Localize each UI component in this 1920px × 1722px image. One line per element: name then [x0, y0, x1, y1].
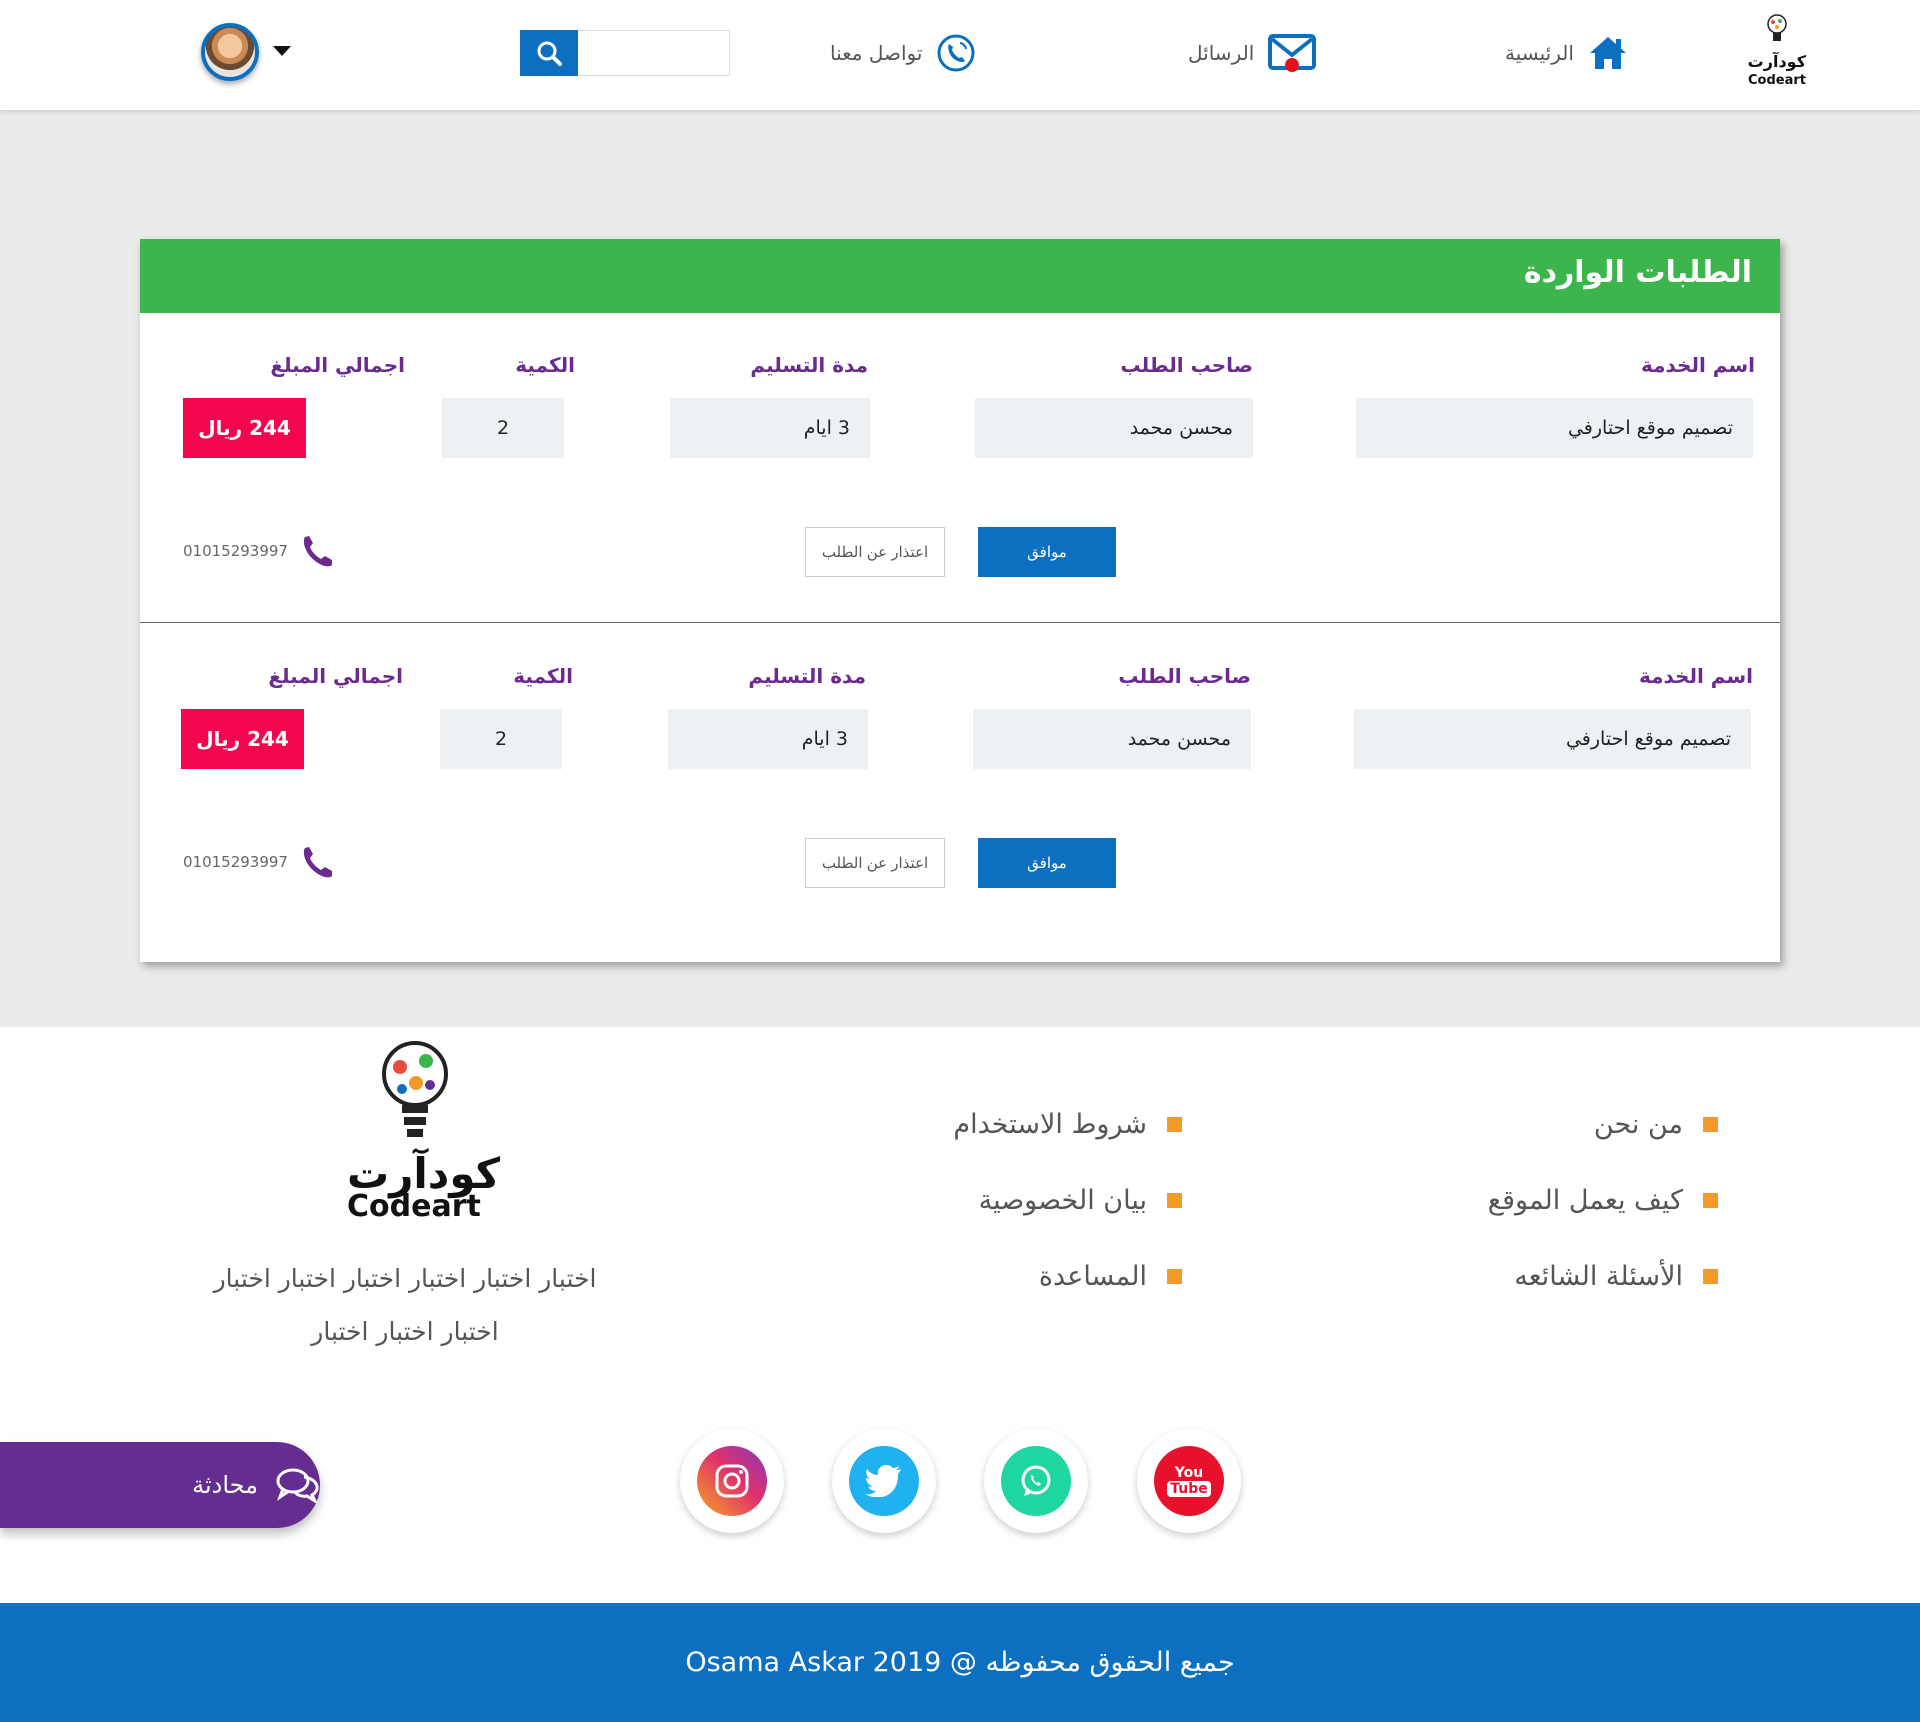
- chevron-down-icon[interactable]: [273, 46, 291, 56]
- footer-link-label: بيان الخصوصية: [978, 1185, 1147, 1216]
- search-button[interactable]: [520, 30, 578, 76]
- quantity-label: الكمية: [513, 664, 573, 688]
- service-name-label: اسم الخدمة: [1638, 664, 1753, 688]
- youtube-icon: You Tube: [1154, 1446, 1224, 1516]
- youtube-icon-text: You: [1174, 1464, 1204, 1481]
- phone-icon: [303, 847, 332, 878]
- service-name-label: اسم الخدمة: [1640, 353, 1755, 377]
- bullet-square-icon: [1703, 1193, 1718, 1208]
- footer-link-how-it-works[interactable]: كيف يعمل الموقع: [1488, 1185, 1718, 1216]
- decline-button[interactable]: اعتذار عن الطلب: [805, 527, 945, 577]
- logo-text-arabic: كودآرت: [1747, 52, 1806, 71]
- nav-messages[interactable]: الرسائل: [1188, 30, 1317, 76]
- footer-link-about[interactable]: من نحن: [1594, 1109, 1718, 1140]
- user-avatar[interactable]: [201, 23, 259, 81]
- twitter-link[interactable]: [832, 1429, 936, 1533]
- total-amount-badge: 244 ريال: [183, 398, 306, 458]
- whatsapp-glyph-icon: [1021, 1465, 1051, 1496]
- twitter-icon: [849, 1446, 919, 1516]
- instagram-link[interactable]: [680, 1429, 784, 1533]
- footer-link-label: المساعدة: [1038, 1261, 1147, 1292]
- approve-button[interactable]: موافق: [978, 527, 1116, 577]
- footer-link-label: الأسئلة الشائعه: [1514, 1261, 1683, 1292]
- home-icon: [1589, 37, 1626, 69]
- approve-button[interactable]: موافق: [978, 838, 1116, 888]
- client-label: صاحب الطلب: [1120, 353, 1253, 377]
- twitter-bird-icon: [865, 1465, 901, 1497]
- footer-link-label: كيف يعمل الموقع: [1487, 1185, 1683, 1216]
- footer-link-label: شروط الاستخدام: [953, 1109, 1147, 1140]
- nav-home[interactable]: الرئيسية: [1505, 30, 1628, 76]
- whatsapp-icon: [1001, 1446, 1071, 1516]
- phone-icon: [303, 536, 332, 567]
- logo-text-english: Codeart: [1748, 73, 1806, 88]
- chat-button-label: محادثة: [192, 1471, 258, 1499]
- client-name-field: محسن محمد: [975, 398, 1253, 458]
- instagram-icon: [697, 1446, 767, 1516]
- card-header: الطلبات الواردة: [140, 239, 1780, 313]
- chat-bubbles-icon: [276, 1468, 319, 1503]
- footer-link-faq[interactable]: الأسئلة الشائعه: [1514, 1261, 1718, 1292]
- chat-button[interactable]: محادثة: [0, 1442, 320, 1528]
- client-phone[interactable]: 01015293997: [183, 531, 336, 571]
- delivery-duration-field: 3 ايام: [668, 709, 868, 769]
- incoming-orders-card: الطلبات الواردة اسم الخدمة صاحب الطلب مد…: [140, 239, 1780, 962]
- service-name-field: تصميم موقع احتارفي: [1356, 398, 1753, 458]
- delivery-duration-label: مدة التسليم: [748, 664, 866, 688]
- order-row: اسم الخدمة صاحب الطلب مدة التسليم الكمية…: [140, 624, 1780, 934]
- nav-messages-label: الرسائل: [1188, 41, 1255, 65]
- phone-number: 01015293997: [183, 853, 288, 871]
- youtube-icon-text: Tube: [1167, 1480, 1211, 1497]
- phone-circle-icon: [937, 34, 975, 72]
- youtube-link[interactable]: You Tube: [1137, 1429, 1241, 1533]
- bullet-square-icon: [1167, 1269, 1182, 1284]
- footer-logo-english: Codeart: [347, 1189, 481, 1224]
- total-amount-label: اجمالي المبلغ: [270, 353, 405, 377]
- instagram-glyph-icon: [715, 1464, 749, 1498]
- footer-link-terms[interactable]: شروط الاستخدام: [953, 1109, 1182, 1140]
- mail-icon: [1268, 34, 1317, 72]
- quantity-field: 2: [442, 398, 564, 458]
- search-input[interactable]: [578, 30, 730, 76]
- client-phone[interactable]: 01015293997: [183, 842, 336, 882]
- footer-link-label: من نحن: [1593, 1109, 1683, 1140]
- order-divider: [140, 622, 1780, 623]
- quantity-field: 2: [440, 709, 562, 769]
- top-navbar: كودآرت Codeart الرئيسية الرسائل تواصل مع…: [0, 0, 1920, 110]
- decline-button[interactable]: اعتذار عن الطلب: [805, 838, 945, 888]
- lightbulb-logo-icon: [1767, 14, 1787, 41]
- footer-link-privacy[interactable]: بيان الخصوصية: [979, 1185, 1182, 1216]
- total-amount-label: اجمالي المبلغ: [268, 664, 403, 688]
- whatsapp-link[interactable]: [984, 1429, 1088, 1533]
- bullet-square-icon: [1703, 1269, 1718, 1284]
- total-amount-badge: 244 ريال: [181, 709, 304, 769]
- footer-description-line: اختبار اختبار اختبار اختبار اختبار اختبا…: [213, 1264, 597, 1293]
- client-name-field: محسن محمد: [973, 709, 1251, 769]
- bullet-square-icon: [1167, 1117, 1182, 1132]
- nav-home-label: الرئيسية: [1505, 41, 1574, 65]
- bullet-square-icon: [1167, 1193, 1182, 1208]
- lightbulb-logo-icon: [382, 1041, 448, 1137]
- page-title: الطلبات الواردة: [1523, 255, 1752, 290]
- copyright-text: جميع الحقوق محفوظه @ 2019 Osama Askar: [685, 1647, 1235, 1678]
- nav-contact-label: تواصل معنا: [830, 41, 923, 65]
- footer-link-help[interactable]: المساعدة: [1039, 1261, 1182, 1292]
- site-logo[interactable]: كودآرت Codeart: [1748, 12, 1806, 92]
- footer-description: اختبار اختبار اختبار اختبار اختبار اختبا…: [200, 1252, 610, 1358]
- nav-contact[interactable]: تواصل معنا: [830, 30, 976, 76]
- quantity-label: الكمية: [515, 353, 575, 377]
- bullet-square-icon: [1703, 1117, 1718, 1132]
- footer-logo: كودآرت Codeart: [345, 1039, 500, 1224]
- client-label: صاحب الطلب: [1118, 664, 1251, 688]
- delivery-duration-label: مدة التسليم: [750, 353, 868, 377]
- search-icon: [537, 41, 562, 66]
- delivery-duration-field: 3 ايام: [670, 398, 870, 458]
- footer-description-line: اختبار اختبار اختبار: [311, 1317, 499, 1346]
- copyright-bar: جميع الحقوق محفوظه @ 2019 Osama Askar: [0, 1603, 1920, 1722]
- search-bar: [520, 30, 730, 76]
- service-name-field: تصميم موقع احتارفي: [1354, 709, 1751, 769]
- order-row: اسم الخدمة صاحب الطلب مدة التسليم الكمية…: [140, 313, 1780, 623]
- phone-number: 01015293997: [183, 542, 288, 560]
